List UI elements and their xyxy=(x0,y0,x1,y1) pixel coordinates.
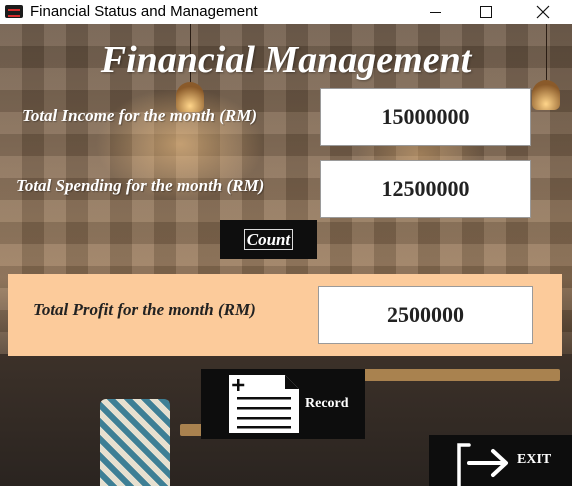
record-button-label: Record xyxy=(305,396,349,411)
record-button[interactable]: Record xyxy=(201,369,365,439)
maximize-icon xyxy=(480,6,492,18)
spending-field[interactable]: 12500000 xyxy=(320,160,531,218)
document-add-icon xyxy=(229,375,299,433)
income-label: Total Income for the month (RM) xyxy=(22,106,258,125)
main-window: Financial Management Total Income for th… xyxy=(0,24,572,486)
exit-arrow-icon xyxy=(457,443,508,486)
pendant-lamp xyxy=(532,80,560,110)
count-button-label: Count xyxy=(243,229,294,250)
income-field[interactable]: 15000000 xyxy=(320,88,531,146)
app-icon xyxy=(5,5,23,18)
minimize-button[interactable] xyxy=(412,0,458,24)
spending-label: Total Spending for the month (RM) xyxy=(16,176,265,195)
maximize-button[interactable] xyxy=(463,0,509,24)
exit-button[interactable]: EXIT xyxy=(429,435,572,486)
window-title: Financial Status and Management xyxy=(30,3,258,20)
count-button[interactable]: Count xyxy=(220,220,317,259)
page-title: Financial Management xyxy=(100,39,472,81)
minimize-icon xyxy=(429,11,441,13)
close-button[interactable] xyxy=(520,0,566,24)
exit-button-label: EXIT xyxy=(517,452,552,467)
title-bar: Financial Status and Management xyxy=(0,0,572,24)
chair xyxy=(100,399,170,486)
profit-panel: Total Profit for the month (RM) 2500000 xyxy=(8,274,562,356)
profit-label: Total Profit for the month (RM) xyxy=(33,300,256,319)
profit-field[interactable]: 2500000 xyxy=(318,286,533,344)
close-icon xyxy=(536,5,550,19)
